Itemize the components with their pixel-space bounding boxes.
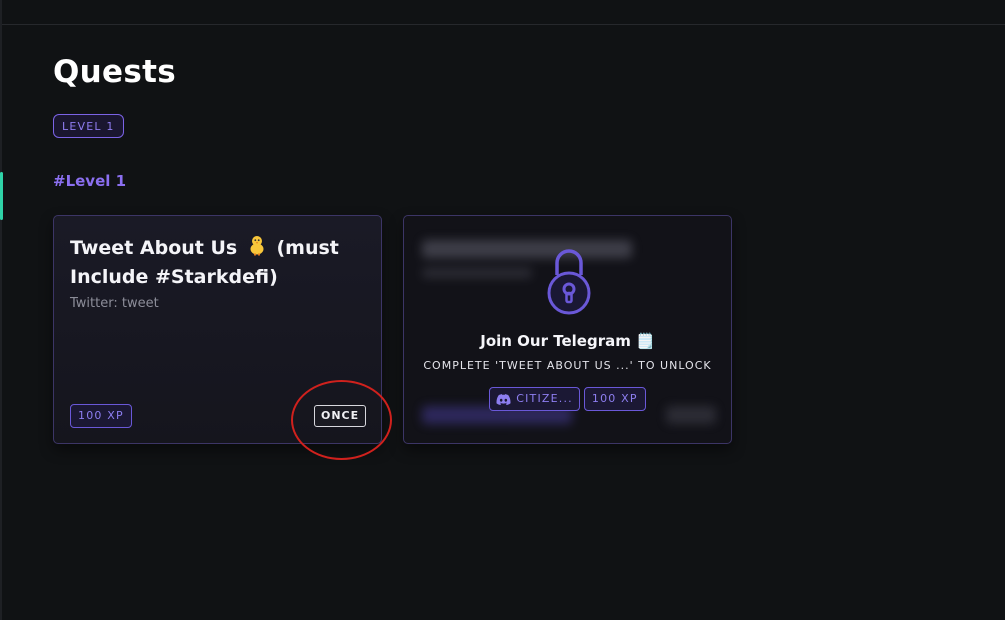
level-filter-pill[interactable]: LEVEL 1 [53,114,124,138]
quest-card-tweet[interactable]: Tweet About Us (must Include #Starkdefi)… [53,215,382,444]
discord-icon [496,393,511,405]
xp-badge: 100 XP [583,387,646,411]
frequency-badge: ONCE [314,405,367,427]
xp-badge: 100 XP [70,404,132,428]
quest-title: Tweet About Us (must Include #Starkdefi) [70,234,360,292]
locked-quest-title: Join Our Telegram 🗒️ [480,332,655,350]
baby-chick-icon [250,236,264,256]
page-title: Quests [53,54,176,90]
active-nav-indicator [0,172,3,220]
quest-card-telegram-locked[interactable]: Join Our Telegram 🗒️ COMPLETE 'TWEET ABO… [403,215,732,444]
sidebar-edge [0,0,2,620]
locked-quest-badges: CITIZE... 100 XP [404,387,731,411]
padlock-icon [547,249,591,315]
section-heading-level-1: #Level 1 [53,172,127,190]
quests-page: Quests LEVEL 1 #Level 1 Tweet About Us (… [0,0,1005,620]
quest-title-main: Tweet About Us [70,237,238,259]
unlock-hint: COMPLETE 'TWEET ABOUT US ...' TO UNLOCK [423,359,712,372]
quest-subtitle: Twitter: tweet [70,296,159,311]
role-badge-label: CITIZE... [516,392,573,405]
role-badge: CITIZE... [489,387,580,411]
top-bar [0,0,1005,25]
